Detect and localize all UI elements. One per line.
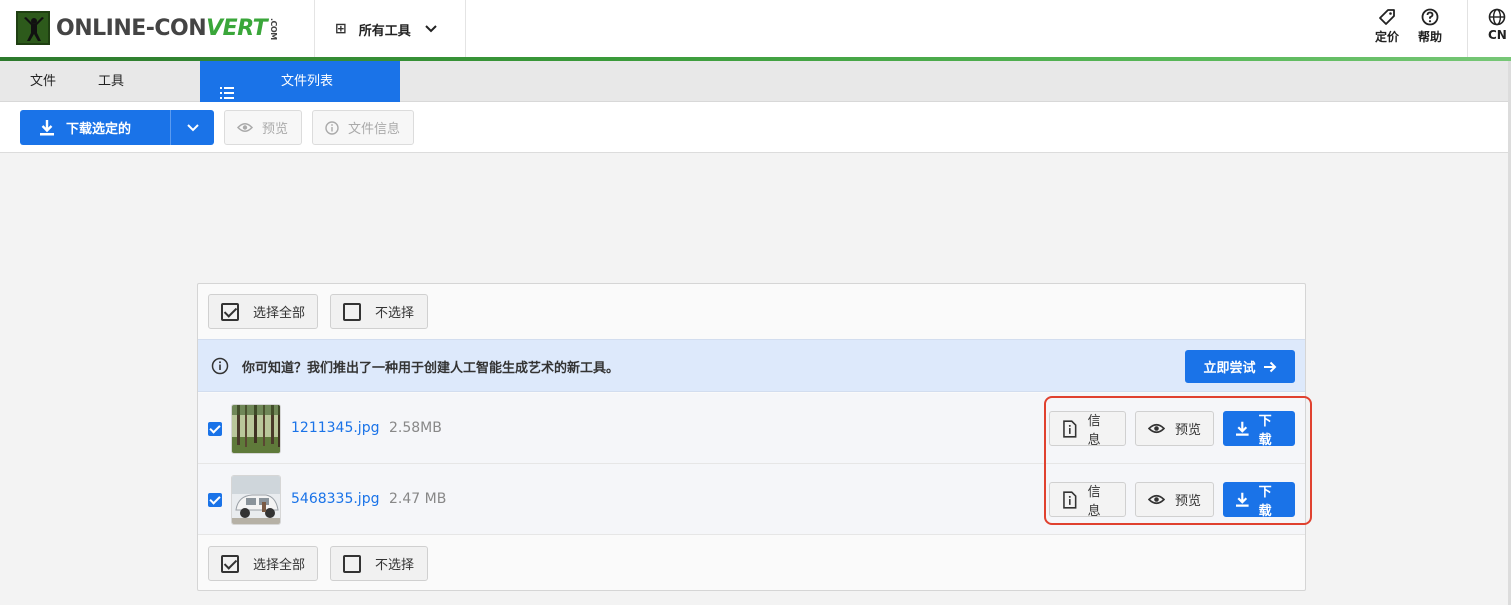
- info-circle-icon: [211, 357, 229, 379]
- selection-bar-bottom: 选择全部 不选择: [198, 536, 1305, 591]
- logo-figure-icon: [16, 11, 50, 45]
- top-navigation-bar: ONLINE-CONVERT .COM ⊞ 所有工具 定价 帮助 CN: [0, 0, 1511, 58]
- info-circle-icon: [325, 120, 339, 135]
- preview-label: 预览: [262, 122, 289, 137]
- download-icon: [1236, 492, 1249, 507]
- question-circle-icon: [1418, 8, 1442, 28]
- file-row: 1211345.jpg 2.58MB 信息 预览 下载: [198, 393, 1305, 464]
- download-icon: [1236, 421, 1249, 436]
- file-info-icon: [1063, 490, 1077, 509]
- try-now-label: 立即尝试: [1203, 361, 1256, 376]
- file-size: 2.58MB: [389, 420, 442, 436]
- file-download-button[interactable]: 下载: [1223, 411, 1295, 448]
- checked-box-icon: [221, 554, 239, 573]
- language-label: CN: [1488, 28, 1507, 42]
- download-selected-label: 下载选定的: [66, 122, 132, 137]
- select-all-label: 选择全部: [253, 306, 306, 321]
- download-options-dropdown[interactable]: [171, 123, 214, 132]
- file-checkbox[interactable]: [208, 493, 222, 507]
- checked-box-icon: [221, 302, 239, 321]
- globe-icon: [1488, 8, 1507, 28]
- pricing-label: 定价: [1375, 30, 1400, 44]
- file-info-button-disabled[interactable]: 文件信息: [312, 110, 414, 145]
- all-tools-dropdown[interactable]: ⊞ 所有工具: [314, 0, 466, 58]
- file-download-button[interactable]: 下载: [1223, 482, 1295, 519]
- empty-box-icon: [343, 302, 361, 321]
- info-label: 信息: [1087, 484, 1101, 519]
- empty-box-icon: [343, 554, 361, 573]
- file-thumbnail-forest[interactable]: [231, 404, 281, 454]
- eye-icon: [1148, 494, 1165, 505]
- file-info-button[interactable]: 信息: [1049, 411, 1126, 448]
- select-none-label: 不选择: [375, 558, 415, 573]
- arrow-right-icon: [1263, 361, 1276, 372]
- download-selected-split-button: 下载选定的: [20, 110, 214, 145]
- select-all-button[interactable]: 选择全部: [208, 546, 318, 581]
- help-label: 帮助: [1418, 30, 1443, 44]
- preview-label: 预览: [1175, 494, 1202, 509]
- tag-icon: [1375, 8, 1399, 28]
- select-none-label: 不选择: [375, 306, 415, 321]
- eye-icon: [237, 123, 253, 132]
- tab-file-list-label: 文件列表: [281, 74, 334, 89]
- download-icon: [40, 119, 54, 135]
- file-info-label: 文件信息: [348, 122, 401, 137]
- select-none-button[interactable]: 不选择: [330, 546, 428, 581]
- tab-bar: 文件 工具 文件列表: [0, 61, 1511, 102]
- tab-file[interactable]: 文件: [30, 61, 56, 102]
- language-switcher[interactable]: CN: [1488, 8, 1507, 42]
- logo-text: ONLINE-CONVERT .COM: [56, 15, 279, 41]
- try-now-button[interactable]: 立即尝试: [1185, 350, 1295, 383]
- preview-button-disabled[interactable]: 预览: [224, 110, 302, 145]
- select-none-button[interactable]: 不选择: [330, 294, 428, 329]
- download-label: 下载: [1258, 413, 1272, 448]
- file-info-icon: [1063, 419, 1077, 438]
- file-name-link[interactable]: 1211345.jpg: [291, 420, 379, 436]
- all-tools-label: 所有工具: [358, 23, 411, 39]
- file-preview-button[interactable]: 预览: [1135, 411, 1214, 446]
- notice-text: 你可知道？我们推出了一种用于创建人工智能生成艺术的新工具。: [242, 361, 620, 376]
- ai-tool-notice: 你可知道？我们推出了一种用于创建人工智能生成艺术的新工具。 立即尝试: [198, 339, 1305, 392]
- eye-icon: [1148, 423, 1165, 434]
- action-toolbar: 下载选定的 预览 文件信息: [0, 102, 1511, 153]
- divider: [1467, 0, 1468, 58]
- tab-tools[interactable]: 工具: [98, 61, 124, 102]
- file-preview-button[interactable]: 预览: [1135, 482, 1214, 517]
- file-list-panel: 选择全部 不选择 你可知道？我们推出了一种用于创建人工智能生成艺术的新工具。 立…: [197, 283, 1306, 591]
- pricing-link[interactable]: 定价: [1375, 8, 1399, 45]
- file-checkbox[interactable]: [208, 422, 222, 436]
- info-label: 信息: [1087, 413, 1101, 448]
- download-selected-button[interactable]: 下载选定的: [20, 110, 171, 145]
- download-label: 下载: [1258, 484, 1272, 519]
- grid-icon: ⊞: [335, 21, 347, 37]
- selection-bar-top: 选择全部 不选择: [198, 284, 1305, 339]
- help-link[interactable]: 帮助: [1418, 8, 1442, 45]
- chevron-down-icon: [425, 22, 437, 37]
- preview-label: 预览: [1175, 423, 1202, 438]
- file-info-button[interactable]: 信息: [1049, 482, 1126, 519]
- select-all-button[interactable]: 选择全部: [208, 294, 318, 329]
- file-size: 2.47 MB: [389, 491, 447, 507]
- file-name-link[interactable]: 5468335.jpg: [291, 491, 379, 507]
- tab-file-list[interactable]: 文件列表: [200, 61, 400, 102]
- site-logo[interactable]: ONLINE-CONVERT .COM: [16, 11, 278, 45]
- file-row: 5468335.jpg 2.47 MB 信息 预览 下载: [198, 464, 1305, 535]
- chevron-down-icon: [186, 123, 199, 131]
- file-thumbnail-car[interactable]: [231, 475, 281, 525]
- select-all-label: 选择全部: [253, 558, 306, 573]
